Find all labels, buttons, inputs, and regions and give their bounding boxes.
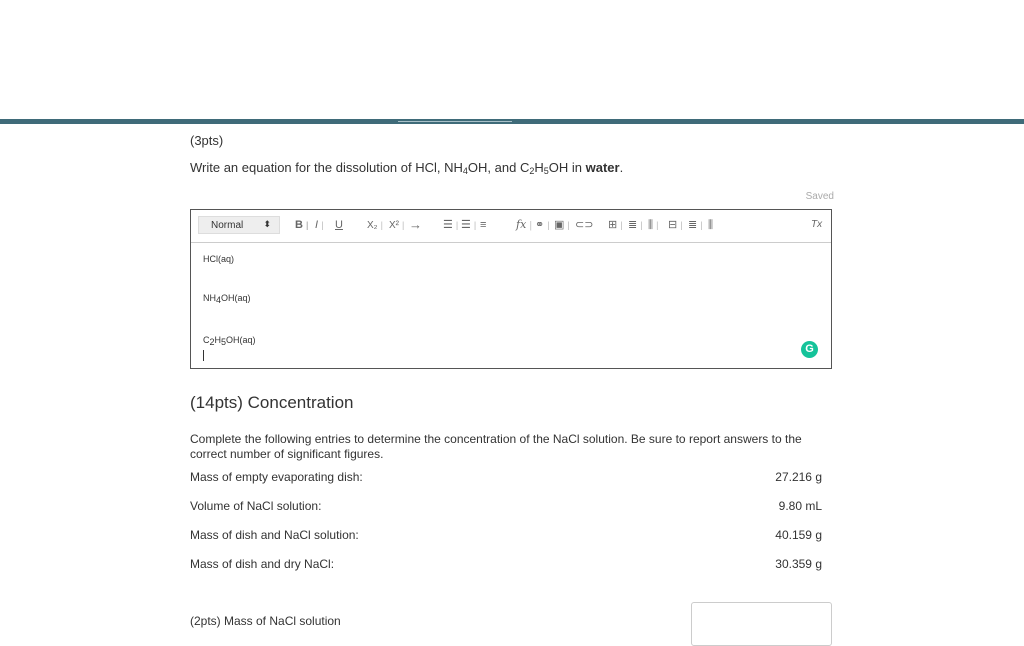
- formula-button[interactable]: fx: [516, 218, 532, 232]
- insert-row-icon[interactable]: ≣: [628, 218, 643, 232]
- ordered-list-icon[interactable]: ☰: [443, 218, 458, 232]
- delete-table-icon[interactable]: ⊟: [668, 218, 683, 232]
- grammarly-icon[interactable]: G: [801, 341, 818, 358]
- clear-format-button[interactable]: Tx: [811, 218, 822, 232]
- subscript-button[interactable]: X₂: [367, 218, 383, 232]
- top-progress-indicator: [398, 121, 512, 122]
- data-row-value: 40.159 g: [775, 528, 822, 542]
- rich-text-editor[interactable]: Normal ⬍ B I U X₂ X² → ☰ ☰ ≡ fx ⚭ ▣ ⊂⊃ ⊞…: [190, 209, 832, 369]
- align-icon[interactable]: ≡: [480, 218, 486, 232]
- data-row-label: Mass of empty evaporating dish:: [190, 470, 363, 484]
- text-caret: [203, 350, 204, 361]
- data-row: Mass of dish and dry NaCl: 30.359 g: [190, 557, 822, 573]
- table-icon[interactable]: ⊞: [608, 218, 623, 232]
- line-part: OH(aq): [221, 293, 251, 303]
- image-icon[interactable]: ▣: [554, 218, 570, 232]
- prompt-part: .: [619, 160, 624, 175]
- prompt-part: OH in: [548, 160, 586, 175]
- attachment-icon[interactable]: ⊂⊃: [575, 218, 593, 232]
- data-row-label: Volume of NaCl solution:: [190, 499, 322, 513]
- delete-column-icon[interactable]: ⫼: [708, 218, 713, 232]
- underline-button[interactable]: U: [335, 218, 343, 232]
- top-progress-bar: [0, 119, 1024, 124]
- data-row-value: 27.216 g: [775, 470, 822, 484]
- saved-status: Saved: [805, 191, 834, 202]
- data-row: Volume of NaCl solution: 9.80 mL: [190, 499, 822, 515]
- prompt-bold: water: [585, 160, 620, 175]
- prompt-part: H: [534, 160, 544, 175]
- answer-line-c2h5oh: C2H5OH(aq): [203, 335, 256, 347]
- arrow-button[interactable]: →: [409, 218, 422, 232]
- answer-line-hcl: HCl(aq): [203, 254, 235, 264]
- section-instructions: Complete the following entries to determ…: [190, 432, 802, 461]
- select-arrows-icon: ⬍: [263, 219, 271, 229]
- line-part: OH(aq): [226, 335, 256, 345]
- subquestion-label: (2pts) Mass of NaCl solution: [190, 614, 341, 628]
- link-icon[interactable]: ⚭: [535, 218, 550, 232]
- data-row-value: 30.359 g: [775, 557, 822, 571]
- unordered-list-icon[interactable]: ☰: [461, 218, 476, 232]
- format-select-label: Normal: [211, 220, 244, 231]
- superscript-button[interactable]: X²: [389, 218, 404, 232]
- prompt-part: Write an equation for the dissolution of…: [190, 160, 463, 175]
- answer-line-nh4oh: NH4OH(aq): [203, 293, 251, 305]
- data-row: Mass of empty evaporating dish: 27.216 g: [190, 470, 822, 486]
- delete-row-icon[interactable]: ≣: [688, 218, 703, 232]
- mass-nacl-solution-input[interactable]: [691, 602, 832, 646]
- data-row-label: Mass of dish and dry NaCl:: [190, 557, 335, 571]
- italic-button[interactable]: I: [315, 218, 323, 232]
- editor-toolbar: Normal ⬍ B I U X₂ X² → ☰ ☰ ≡ fx ⚭ ▣ ⊂⊃ ⊞…: [191, 210, 831, 243]
- data-row: Mass of dish and NaCl solution: 40.159 g: [190, 528, 822, 544]
- format-select[interactable]: Normal ⬍: [198, 216, 280, 234]
- insert-column-icon[interactable]: ⫼: [648, 218, 658, 232]
- bold-button[interactable]: B: [295, 218, 308, 232]
- data-row-value: 9.80 mL: [778, 499, 822, 513]
- line-part: NH: [203, 293, 216, 303]
- data-row-label: Mass of dish and NaCl solution:: [190, 528, 359, 542]
- section-heading: (14pts) Concentration: [190, 393, 354, 412]
- question-points: (3pts): [190, 133, 224, 148]
- question-prompt: Write an equation for the dissolution of…: [190, 160, 624, 176]
- prompt-part: OH, and C: [467, 160, 530, 175]
